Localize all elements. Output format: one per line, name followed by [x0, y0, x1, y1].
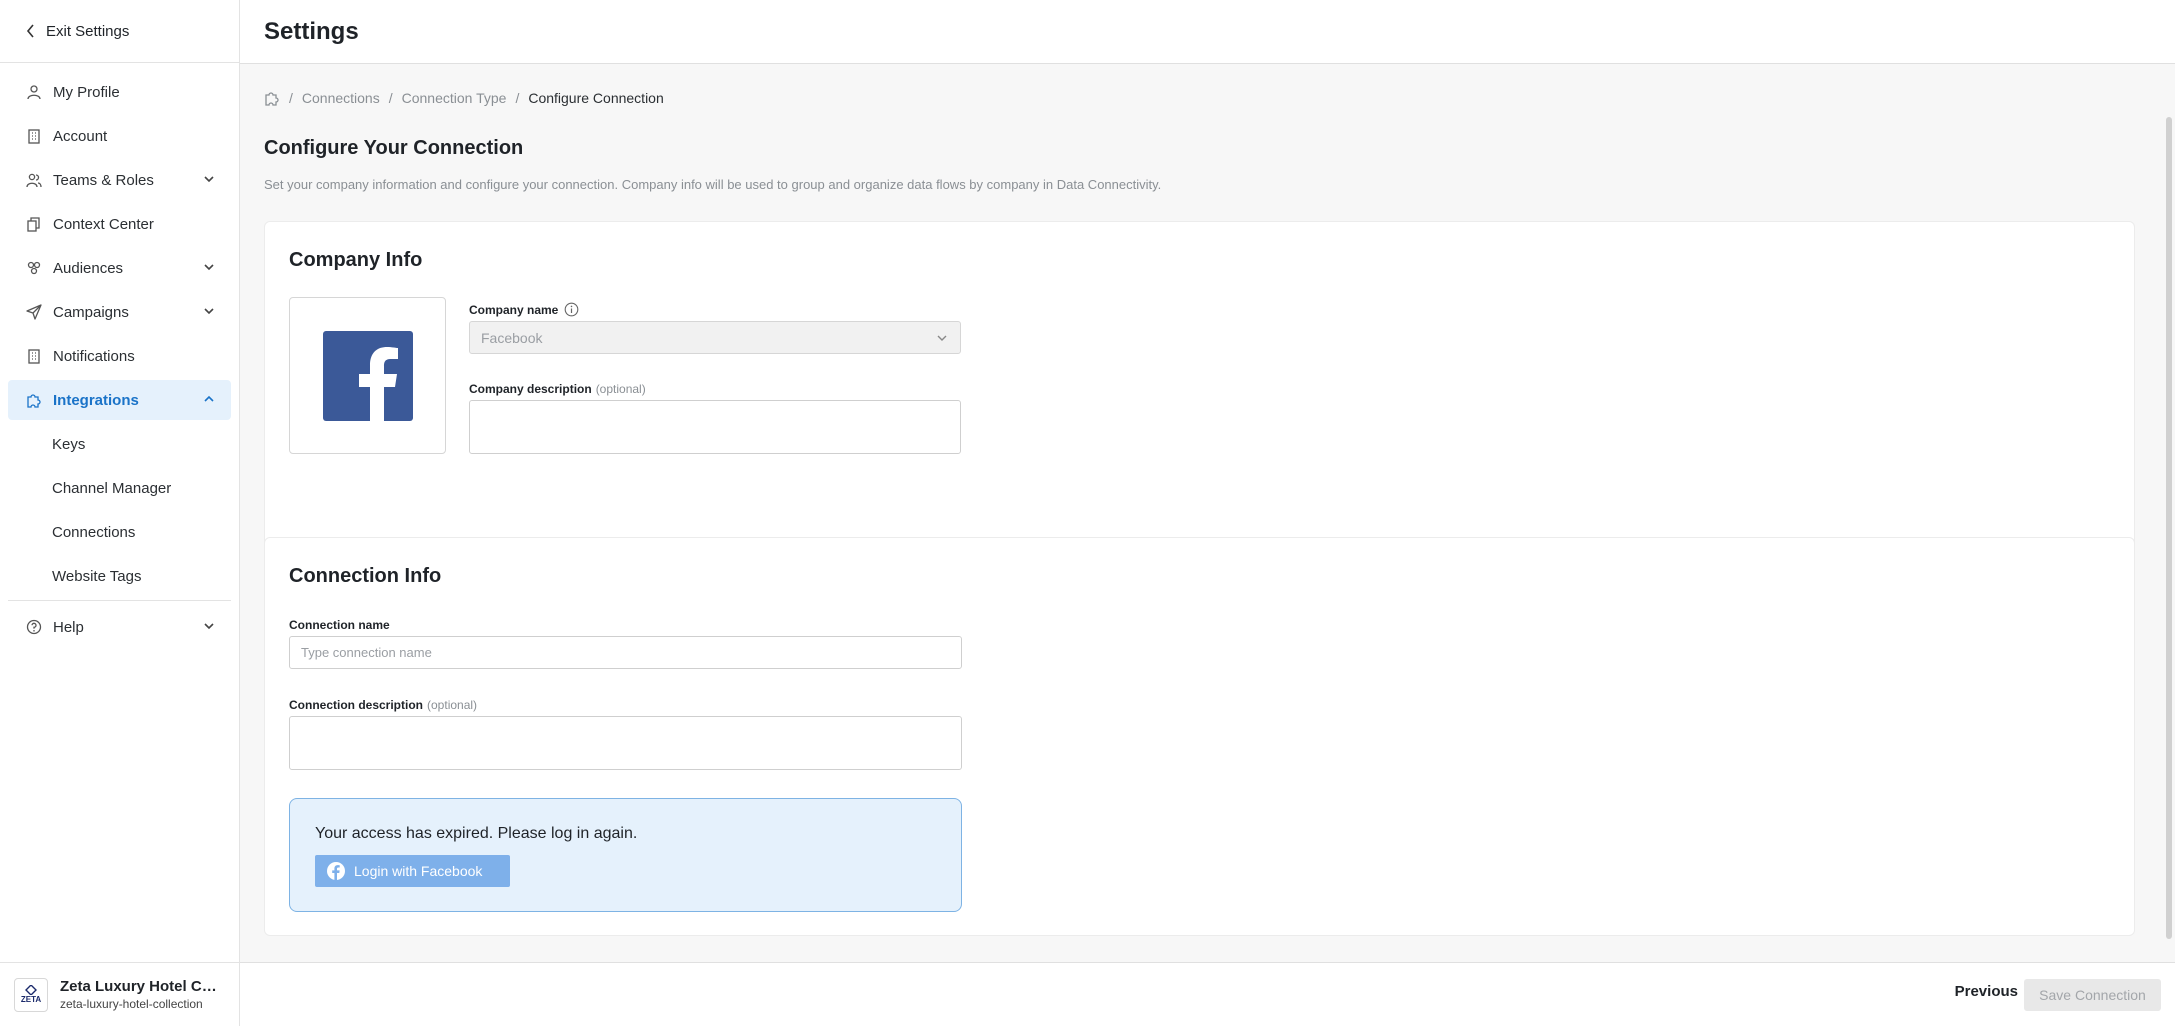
sidebar-item-label: Context Center	[53, 215, 154, 233]
user-icon	[25, 83, 43, 101]
sidebar-subitem-label: Connections	[52, 523, 136, 541]
sidebar: Exit Settings My Profile Account Teams &…	[0, 0, 240, 1026]
info-icon[interactable]	[564, 302, 579, 317]
sidebar-subitem-channel-manager[interactable]: Channel Manager	[8, 468, 231, 508]
breadcrumb-separator: /	[515, 90, 520, 106]
save-connection-label: Save Connection	[2039, 987, 2146, 1003]
nav-divider	[8, 600, 231, 601]
sidebar-item-context-center[interactable]: Context Center	[8, 204, 231, 244]
building-icon	[25, 347, 43, 365]
access-expired-alert: Your access has expired. Please log in a…	[289, 798, 962, 912]
company-description-field[interactable]	[469, 400, 961, 454]
connection-info-card: Connection Info Connection name Type con…	[264, 537, 2135, 936]
sidebar-item-label: Campaigns	[53, 303, 129, 321]
chevron-down-icon	[204, 176, 214, 183]
send-icon	[25, 303, 43, 321]
alert-message: Your access has expired. Please log in a…	[315, 825, 638, 842]
company-info-title: Company Info	[289, 249, 423, 271]
sidebar-item-audiences[interactable]: Audiences	[8, 248, 231, 288]
company-name-value: Facebook	[481, 329, 543, 346]
sidebar-item-label: Account	[53, 127, 108, 145]
connection-name-placeholder: Type connection name	[301, 645, 432, 660]
org-name: Zeta Luxury Hotel Colle...	[60, 978, 225, 995]
page-title: Settings	[264, 17, 359, 45]
sidebar-subitem-label: Channel Manager	[52, 479, 172, 497]
facebook-logo-icon	[322, 330, 413, 421]
connection-description-label: Connection description (optional)	[289, 698, 477, 712]
company-description-label-text: Company description	[469, 382, 592, 396]
breadcrumb-current: Configure Connection	[528, 90, 664, 106]
company-name-label: Company name	[469, 302, 579, 317]
sidebar-item-label: My Profile	[53, 83, 120, 101]
building-icon	[25, 127, 43, 145]
chevron-down-icon	[937, 335, 947, 341]
chevron-up-icon	[204, 395, 214, 402]
audience-icon	[25, 259, 43, 277]
login-button-label: Login with Facebook	[354, 863, 483, 879]
sidebar-item-help[interactable]: Help	[8, 607, 231, 647]
company-description-label: Company description (optional)	[469, 382, 646, 396]
sidebar-item-label: Help	[53, 618, 84, 636]
section-description: Set your company information and configu…	[264, 177, 1162, 192]
chevron-left-icon	[26, 24, 34, 38]
facebook-icon	[327, 862, 345, 880]
settings-nav: My Profile Account Teams & Roles Context…	[0, 63, 239, 647]
exit-settings-button[interactable]: Exit Settings	[0, 0, 239, 63]
sidebar-subitem-keys[interactable]: Keys	[8, 424, 231, 464]
sidebar-item-label: Teams & Roles	[53, 171, 154, 189]
sidebar-item-account[interactable]: Account	[8, 116, 231, 156]
company-name-label-text: Company name	[469, 302, 559, 317]
org-logo-text: ZETA	[20, 995, 42, 1004]
company-info-card: Company Info Company name Facebook Compa…	[264, 221, 2135, 570]
zeta-logo-icon	[25, 985, 37, 995]
chevron-down-icon	[204, 308, 214, 315]
sidebar-subitem-connections[interactable]: Connections	[8, 512, 231, 552]
connection-info-title: Connection Info	[289, 565, 442, 587]
chevron-down-icon	[204, 623, 214, 630]
org-switcher[interactable]: ZETA Zeta Luxury Hotel Colle... zeta-lux…	[0, 962, 240, 1026]
login-with-facebook-button[interactable]: Login with Facebook	[315, 855, 510, 887]
sidebar-subitem-label: Website Tags	[52, 567, 142, 585]
connection-name-input[interactable]: Type connection name	[289, 636, 962, 669]
org-logo: ZETA	[14, 977, 48, 1012]
sidebar-subitem-website-tags[interactable]: Website Tags	[8, 556, 231, 596]
sidebar-item-campaigns[interactable]: Campaigns	[8, 292, 231, 332]
breadcrumb-connections[interactable]: Connections	[302, 90, 380, 106]
sidebar-item-my-profile[interactable]: My Profile	[8, 72, 231, 112]
company-name-select[interactable]: Facebook	[469, 321, 961, 354]
sidebar-item-label: Audiences	[53, 259, 124, 277]
puzzle-icon[interactable]	[264, 90, 280, 106]
main-content: / Connections / Connection Type / Config…	[240, 64, 2175, 962]
connection-name-label: Connection name	[289, 618, 390, 632]
sidebar-item-label: Notifications	[53, 347, 135, 365]
top-header: Settings	[240, 0, 2175, 64]
optional-hint: (optional)	[427, 698, 478, 712]
connection-description-field[interactable]	[289, 716, 962, 770]
breadcrumb-separator: /	[388, 90, 393, 106]
previous-button[interactable]: Previous	[1955, 983, 2018, 1000]
breadcrumb: / Connections / Connection Type / Config…	[264, 90, 664, 106]
breadcrumb-connection-type[interactable]: Connection Type	[402, 90, 507, 106]
company-logo	[289, 297, 446, 454]
save-connection-button[interactable]: Save Connection	[2024, 979, 2161, 1011]
optional-hint: (optional)	[595, 382, 646, 396]
sidebar-subitem-label: Keys	[52, 435, 86, 453]
puzzle-icon	[25, 391, 43, 409]
footer-actions: Previous Save Connection	[240, 962, 2175, 1026]
team-icon	[25, 171, 43, 189]
connection-description-label-text: Connection description	[289, 698, 424, 712]
sidebar-item-label: Integrations	[53, 391, 139, 409]
org-slug: zeta-luxury-hotel-collection	[60, 997, 203, 1011]
sidebar-item-notifications[interactable]: Notifications	[8, 336, 231, 376]
section-heading: Configure Your Connection	[264, 137, 524, 159]
sidebar-item-teams-roles[interactable]: Teams & Roles	[8, 160, 231, 200]
sidebar-item-integrations[interactable]: Integrations	[8, 380, 231, 420]
exit-settings-label: Exit Settings	[46, 22, 130, 40]
scrollbar[interactable]	[2166, 117, 2172, 939]
org-details: Zeta Luxury Hotel Colle... zeta-luxury-h…	[60, 978, 225, 1011]
documents-icon	[25, 215, 43, 233]
help-icon	[25, 618, 43, 636]
chevron-down-icon	[204, 264, 214, 271]
breadcrumb-separator: /	[289, 90, 293, 106]
